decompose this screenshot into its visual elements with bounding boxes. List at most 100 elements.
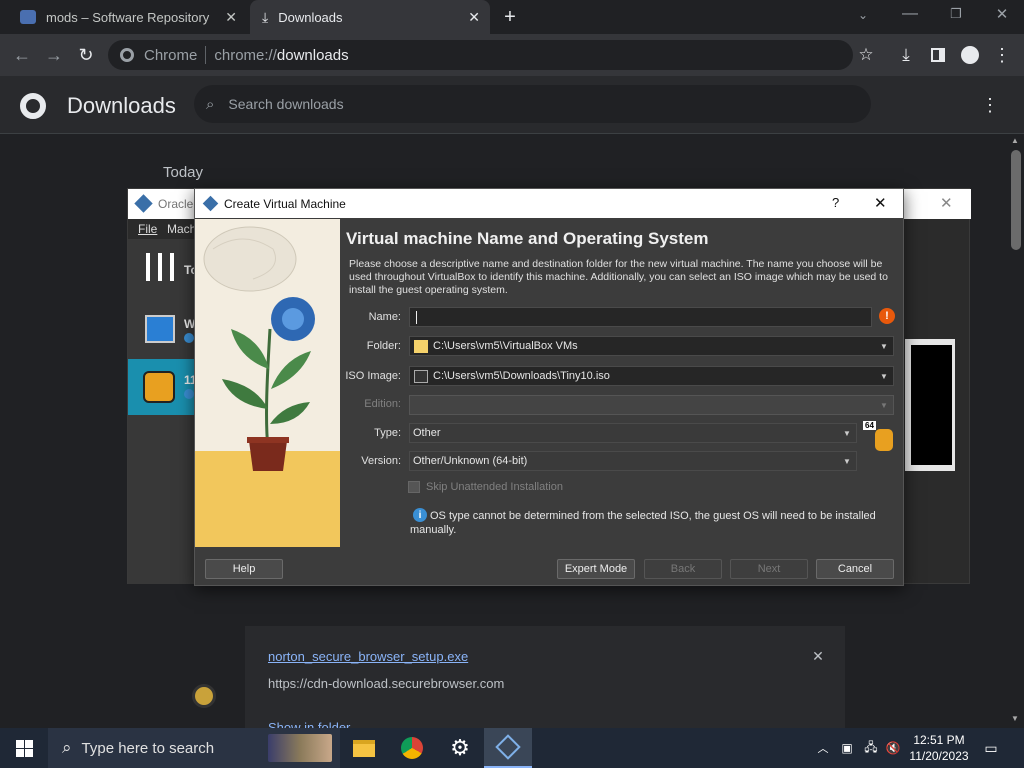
tab-search-chevron-icon[interactable]: ⌄ — [853, 5, 873, 25]
vbm-sidebar: To W 11 — [128, 239, 198, 584]
menu-file[interactable]: File — [138, 222, 157, 236]
vm-state-icon — [184, 389, 194, 399]
virtualbox-icon — [134, 194, 153, 213]
scrollbar-thumb[interactable] — [1011, 150, 1021, 250]
chrome-menu-icon[interactable]: ⋮ — [990, 43, 1014, 67]
download-icon: ⤓ — [262, 8, 269, 25]
search-icon: ⌕ — [206, 95, 215, 113]
network-icon[interactable]: 🖧 — [862, 738, 880, 758]
dialog-title-bar: Create Virtual Machine ? ✕ — [195, 189, 903, 218]
tab-strip: mods – Software Repository ✕ ⤓ Downloads… — [0, 0, 1024, 34]
folder-combo[interactable]: C:\Users\vm5\VirtualBox VMs ▼ — [409, 336, 894, 356]
scroll-down-arrow-icon[interactable]: ▼ — [1011, 714, 1019, 723]
tab-title: Downloads — [278, 9, 343, 25]
window-close-icon[interactable]: ✕ — [992, 4, 1012, 24]
tray-overflow-chevron-icon[interactable]: ︿ — [815, 738, 831, 758]
name-label: Name: — [368, 311, 401, 323]
settings-gear-icon[interactable]: ⚙ — [436, 728, 484, 768]
folder-icon — [414, 339, 428, 353]
page-scrollbar[interactable]: ▲ ▼ — [1008, 134, 1024, 728]
taskbar-search-box[interactable]: ⌕ Type here to search — [48, 728, 340, 768]
version-label: Version: — [361, 455, 401, 467]
download-file-icon — [192, 684, 216, 708]
close-icon[interactable]: ✕ — [468, 9, 480, 26]
vm-state-icon — [184, 333, 194, 343]
virtualbox-taskbar-icon[interactable] — [484, 728, 532, 768]
type-combo[interactable]: Other ▼ — [409, 423, 857, 443]
back-icon[interactable]: ← — [10, 43, 34, 67]
iso-label: ISO Image: — [345, 370, 401, 382]
page-description: Please choose a descriptive name and des… — [349, 258, 888, 296]
vm-item-1[interactable]: W — [128, 303, 196, 355]
side-panel-icon[interactable] — [926, 43, 950, 67]
vbm-close-icon[interactable]: ✕ — [940, 194, 953, 212]
scroll-up-arrow-icon[interactable]: ▲ — [1011, 136, 1019, 145]
folder-value: C:\Users\vm5\VirtualBox VMs — [433, 340, 578, 352]
chevron-down-icon[interactable]: ▼ — [875, 337, 893, 355]
tab-downloads[interactable]: ⤓ Downloads ✕ — [250, 0, 490, 34]
volume-muted-icon[interactable]: 🔇 — [884, 738, 902, 758]
omnibox-divider — [205, 46, 207, 64]
download-filename-link[interactable]: norton_secure_browser_setup.exe — [268, 649, 468, 664]
wizard-illustration — [195, 219, 340, 547]
chevron-down-icon[interactable]: ▼ — [838, 424, 856, 442]
file-explorer-icon[interactable] — [340, 728, 388, 768]
downloads-toolbar-icon[interactable]: ⤓ — [894, 43, 918, 67]
search-placeholder: Search downloads — [228, 96, 344, 112]
type-label: Type: — [374, 427, 401, 439]
bookmark-star-icon[interactable]: ☆ — [854, 43, 878, 67]
os-info-text: OS type cannot be determined from the se… — [410, 510, 876, 536]
taskbar-clock[interactable]: 12:51 PM 11/20/2023 — [908, 732, 970, 764]
windows-logo-icon — [15, 739, 33, 757]
name-input[interactable] — [409, 307, 872, 327]
reload-icon[interactable]: ↻ — [74, 43, 98, 67]
tab-title: mods – Software Repository — [46, 9, 210, 25]
chevron-down-icon[interactable]: ▼ — [875, 367, 893, 385]
omnibox[interactable]: Chrome chrome:// downloads — [108, 40, 853, 70]
page-title: Downloads — [67, 93, 176, 118]
search-highlight-image-icon — [268, 734, 332, 762]
chrome-taskbar-icon[interactable] — [388, 728, 436, 768]
forward-icon[interactable]: → — [42, 43, 66, 67]
help-button[interactable]: Help — [205, 559, 283, 579]
vbm-menu-bar: File Machi — [128, 219, 199, 239]
next-button: Next — [730, 559, 808, 579]
skip-unattended-label: Skip Unattended Installation — [426, 481, 563, 493]
page-menu-icon[interactable]: ⋮ — [978, 93, 1002, 117]
start-button[interactable] — [0, 728, 48, 768]
scheme-label: Chrome — [144, 46, 198, 64]
tools-item[interactable]: To — [128, 239, 198, 297]
iso-image-combo[interactable]: C:\Users\vm5\Downloads\Tiny10.iso ▼ — [409, 366, 894, 386]
warning-icon: ! — [879, 308, 895, 324]
download-item-card: norton_secure_browser_setup.exe https://… — [245, 626, 845, 735]
iso-disc-icon — [414, 369, 428, 383]
minimize-icon[interactable]: — — [900, 4, 920, 24]
os-type-icon: 64 — [863, 421, 895, 453]
download-source-url[interactable]: https://cdn-download.securebrowser.com — [268, 676, 504, 691]
profile-avatar-icon[interactable] — [958, 43, 982, 67]
vm-item-2-selected[interactable]: 11 — [128, 359, 197, 415]
close-icon[interactable]: ✕ — [225, 9, 237, 26]
url-prefix: chrome:// — [214, 46, 277, 64]
help-icon[interactable]: ? — [832, 195, 839, 210]
folder-label: Folder: — [366, 340, 401, 352]
downloads-search-input[interactable]: ⌕ Search downloads — [194, 85, 871, 123]
remove-download-icon[interactable]: ✕ — [808, 646, 828, 666]
chevron-down-icon[interactable]: ▼ — [838, 452, 856, 470]
notifications-icon[interactable]: ▭ — [980, 738, 1002, 758]
tray-app-icon[interactable]: ▣ — [838, 738, 856, 758]
expert-mode-button[interactable]: Expert Mode — [557, 559, 635, 579]
version-value: Other/Unknown (64-bit) — [413, 455, 528, 467]
edition-combo: ▼ — [409, 395, 894, 415]
version-combo[interactable]: Other/Unknown (64-bit) ▼ — [409, 451, 857, 471]
cancel-button[interactable]: Cancel — [816, 559, 894, 579]
new-tab-button[interactable]: + — [498, 5, 522, 29]
dialog-close-icon[interactable]: ✕ — [874, 194, 887, 212]
iso-value: C:\Users\vm5\Downloads\Tiny10.iso — [433, 370, 610, 382]
skip-unattended-checkbox — [408, 481, 420, 493]
chrome-badge-icon — [120, 48, 134, 62]
chrome-logo-icon — [20, 93, 46, 119]
restore-icon[interactable]: ❐ — [946, 4, 966, 24]
search-icon: ⌕ — [62, 738, 72, 757]
tab-mods[interactable]: mods – Software Repository ✕ — [10, 0, 245, 34]
